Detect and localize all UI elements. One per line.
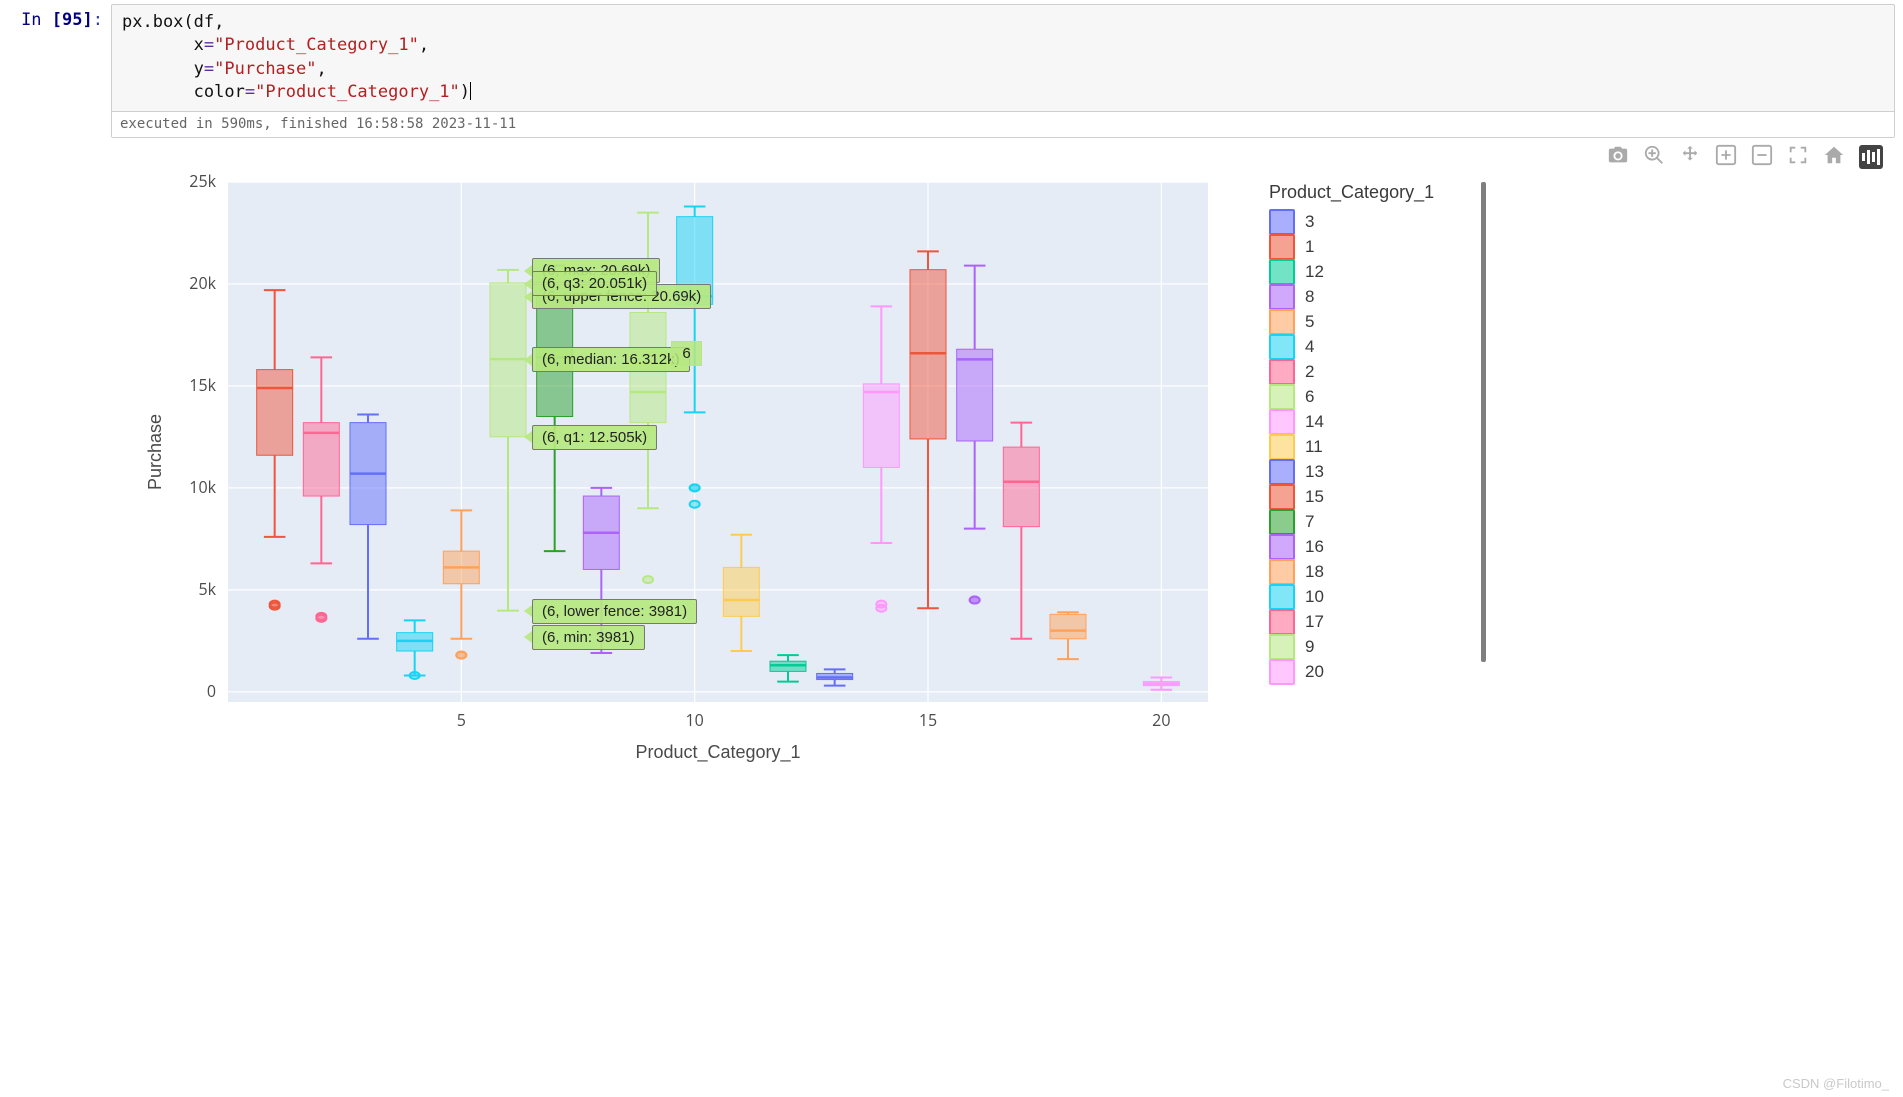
legend-item-12[interactable]: 12 bbox=[1269, 259, 1484, 284]
legend-item-4[interactable]: 4 bbox=[1269, 334, 1484, 359]
legend-item-15[interactable]: 15 bbox=[1269, 484, 1484, 509]
svg-text:20k: 20k bbox=[189, 272, 216, 294]
code-cell: In [95]: px.box(df, x="Product_Category_… bbox=[8, 4, 1895, 138]
legend-scrollbar[interactable] bbox=[1481, 182, 1486, 662]
svg-text:5: 5 bbox=[457, 709, 466, 731]
plot-area[interactable]: Purchase 0 5k 10k 15k 20k 25k 5 10 15 20 Product_Ca… bbox=[143, 172, 1243, 762]
svg-text:5k: 5k bbox=[198, 578, 216, 600]
legend: Product_Category_1 311285426141113157161… bbox=[1269, 182, 1484, 684]
legend-item-8[interactable]: 8 bbox=[1269, 284, 1484, 309]
zoom-icon[interactable] bbox=[1643, 144, 1665, 171]
camera-icon[interactable] bbox=[1607, 144, 1629, 171]
legend-item-1[interactable]: 1 bbox=[1269, 234, 1484, 259]
svg-text:10: 10 bbox=[686, 709, 704, 731]
svg-text:20: 20 bbox=[1152, 709, 1170, 731]
svg-text:Purchase: Purchase bbox=[145, 414, 165, 490]
zoom-in-icon[interactable] bbox=[1715, 144, 1737, 171]
svg-text:15: 15 bbox=[919, 709, 937, 731]
hover-x-label: 6 bbox=[671, 341, 701, 366]
legend-item-18[interactable]: 18 bbox=[1269, 559, 1484, 584]
legend-item-14[interactable]: 14 bbox=[1269, 409, 1484, 434]
legend-item-17[interactable]: 17 bbox=[1269, 609, 1484, 634]
legend-item-5[interactable]: 5 bbox=[1269, 309, 1484, 334]
plotly-logo[interactable] bbox=[1859, 145, 1883, 169]
output-area: Purchase05k10k15k20k25k5101520Product_Ca… bbox=[103, 142, 1895, 762]
legend-title: Product_Category_1 bbox=[1269, 182, 1484, 203]
svg-text:10k: 10k bbox=[189, 476, 216, 498]
legend-item-10[interactable]: 10 bbox=[1269, 584, 1484, 609]
legend-item-2[interactable]: 2 bbox=[1269, 359, 1484, 384]
legend-item-9[interactable]: 9 bbox=[1269, 634, 1484, 659]
legend-item-16[interactable]: 16 bbox=[1269, 534, 1484, 559]
legend-item-20[interactable]: 20 bbox=[1269, 659, 1484, 684]
legend-item-7[interactable]: 7 bbox=[1269, 509, 1484, 534]
notebook: In [95]: px.box(df, x="Product_Category_… bbox=[0, 0, 1903, 762]
legend-item-6[interactable]: 6 bbox=[1269, 384, 1484, 409]
plotly-modebar bbox=[103, 142, 1895, 172]
autoscale-icon[interactable] bbox=[1787, 144, 1809, 171]
svg-text:0: 0 bbox=[207, 680, 216, 702]
svg-text:25k: 25k bbox=[189, 172, 216, 192]
execution-status: executed in 590ms, finished 16:58:58 202… bbox=[112, 111, 1894, 137]
input-prompt: In [95]: bbox=[8, 4, 111, 138]
legend-item-13[interactable]: 13 bbox=[1269, 459, 1484, 484]
pan-icon[interactable] bbox=[1679, 144, 1701, 171]
legend-item-11[interactable]: 11 bbox=[1269, 434, 1484, 459]
watermark: CSDN @Filotimo_ bbox=[1783, 1076, 1889, 1091]
svg-text:15k: 15k bbox=[189, 374, 216, 396]
svg-text:Product_Category_1: Product_Category_1 bbox=[635, 742, 800, 763]
code-editor[interactable]: px.box(df, x="Product_Category_1", y="Pu… bbox=[111, 4, 1895, 138]
zoom-out-icon[interactable] bbox=[1751, 144, 1773, 171]
home-icon[interactable] bbox=[1823, 144, 1845, 171]
legend-item-3[interactable]: 3 bbox=[1269, 209, 1484, 234]
